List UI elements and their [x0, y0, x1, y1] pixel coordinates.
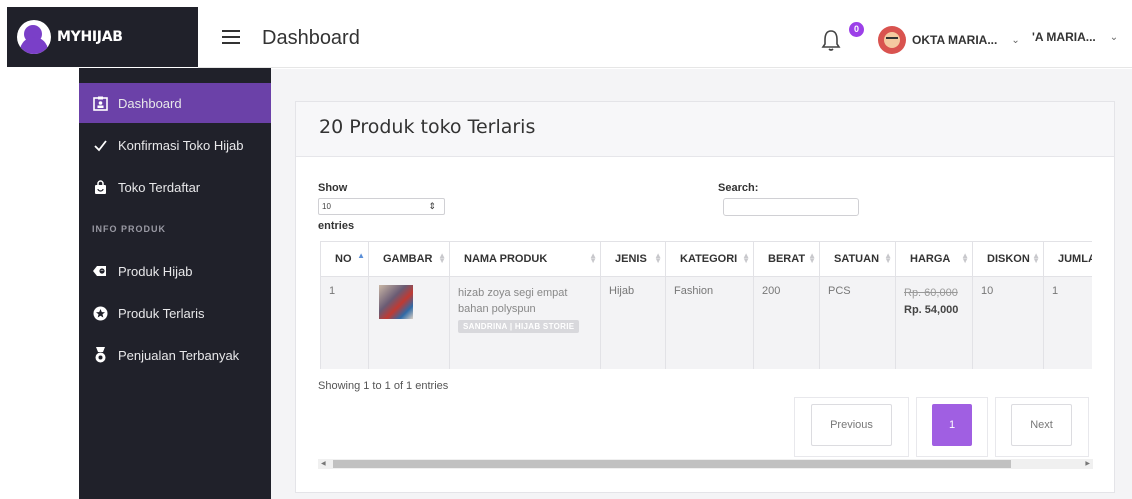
sort-icon: ▲ ▼ [808, 251, 816, 265]
table-header-row: NO ▲ GAMBAR ▲ ▼ NAMA PRODUK ▲ ▼ JENIS ▲ ▼ KATEG… [320, 241, 1092, 277]
cell-diskon: 10 [972, 276, 1044, 369]
sidebar: Dashboard Konfirmasi Toko Hijab Toko Ter… [79, 68, 271, 499]
panel-header: 20 Produk toko Terlaris [296, 102, 1114, 157]
chevron-down-icon: ⌄ [1109, 31, 1119, 43]
entries-label: entries [318, 220, 355, 232]
column-header-gambar[interactable]: GAMBAR ▲ ▼ [368, 241, 450, 277]
sort-icon: ▲ ▼ [961, 251, 969, 265]
product-name: hizab zoya segi empat bahan polyspun [458, 287, 568, 315]
user-menu[interactable]: OKTA MARIA... ⌄ [878, 26, 1020, 54]
select-arrows-icon: ⇕ [428, 201, 436, 211]
scrollbar-thumb[interactable] [333, 460, 1011, 468]
brand-name: MYHIJAB [57, 29, 123, 45]
horizontal-scrollbar[interactable]: ◀ ▶ [318, 459, 1093, 469]
star-icon [92, 305, 108, 321]
column-header-jumlah[interactable]: JUMLA [1043, 241, 1092, 277]
search-label: Search: [718, 182, 759, 194]
products-table: NO ▲ GAMBAR ▲ ▼ NAMA PRODUK ▲ ▼ JENIS ▲ ▼ KATEG… [320, 241, 1092, 369]
page-title: Dashboard [262, 27, 360, 49]
user-name: OKTA MARIA... [912, 33, 998, 47]
cell-berat: 200 [753, 276, 820, 369]
column-header-kategori[interactable]: KATEGORI ▲ ▼ [665, 241, 754, 277]
product-image [379, 285, 413, 319]
search-input[interactable] [723, 198, 859, 216]
sidebar-item-konfirmasi[interactable]: Konfirmasi Toko Hijab [79, 125, 271, 165]
column-header-berat[interactable]: BERAT ▲ ▼ [753, 241, 820, 277]
notification-badge: 0 [849, 22, 864, 37]
sidebar-item-label: Produk Hijab [118, 263, 193, 279]
sidebar-heading: INFO PRODUK [92, 224, 166, 234]
products-table-wrapper: NO ▲ GAMBAR ▲ ▼ NAMA PRODUK ▲ ▼ JENIS ▲ ▼ KATEG… [320, 241, 1092, 369]
next-button[interactable]: Next [1011, 404, 1072, 446]
sidebar-item-produk-terlaris[interactable]: Produk Terlaris [79, 293, 271, 333]
cell-satuan: PCS [819, 276, 896, 369]
column-header-no[interactable]: NO ▲ [320, 241, 369, 277]
bell-icon[interactable] [820, 28, 842, 52]
medal-icon [92, 347, 108, 363]
sort-icon: ▲ ▼ [742, 251, 750, 265]
table-info: Showing 1 to 1 of 1 entries [318, 380, 449, 392]
sidebar-item-label: Toko Terdaftar [118, 179, 201, 195]
avatar [878, 26, 906, 54]
entries-length-select[interactable]: 10 ⇕ [318, 198, 445, 215]
topbar: Dashboard 0 OKTA MARIA... ⌄ 'A MARIA... … [198, 0, 1132, 68]
menu-toggle-icon[interactable] [222, 30, 240, 44]
cell-no: 1 [320, 276, 369, 369]
sort-asc-icon: ▲ [357, 251, 365, 260]
sidebar-item-label: Dashboard [118, 95, 182, 111]
brand[interactable]: MYHIJAB [7, 7, 198, 67]
cell-gambar [368, 276, 450, 369]
store-badge: SANDRINA | HIJAB STORIE [458, 320, 580, 333]
sort-icon: ▲ ▼ [1032, 251, 1040, 265]
cell-jumlah: 1 [1043, 276, 1092, 369]
entries-length-value: 10 [322, 202, 331, 211]
panel-title: 20 Produk toko Terlaris [319, 116, 536, 138]
column-header-satuan[interactable]: SATUAN ▲ ▼ [819, 241, 896, 277]
dashboard-icon [92, 95, 108, 111]
user-menu-secondary[interactable]: 'A MARIA... ⌄ [1032, 30, 1118, 44]
sort-icon: ▲ ▼ [654, 251, 662, 265]
table-row: 1 hizab zoya segi empat bahan polyspun S… [320, 276, 1092, 369]
sidebar-item-penjualan-terbanyak[interactable]: Penjualan Terbanyak [79, 335, 271, 375]
show-label: Show [318, 182, 348, 194]
sidebar-item-label: Penjualan Terbanyak [118, 347, 240, 363]
scroll-right-icon[interactable]: ▶ [1085, 459, 1090, 469]
sidebar-item-dashboard[interactable]: Dashboard [79, 83, 271, 123]
price-original: Rp. 60,000 [904, 287, 958, 299]
sort-icon: ▲ ▼ [884, 251, 892, 265]
sidebar-item-produk-hijab[interactable]: Produk Hijab [79, 251, 271, 291]
previous-button[interactable]: Previous [811, 404, 892, 446]
page-1-button[interactable]: 1 [932, 404, 972, 446]
cell-kategori: Fashion [665, 276, 754, 369]
column-header-jenis[interactable]: JENIS ▲ ▼ [600, 241, 666, 277]
scroll-left-icon[interactable]: ◀ [321, 459, 326, 469]
sidebar-item-label: Konfirmasi Toko Hijab [118, 137, 244, 153]
column-header-harga[interactable]: HARGA ▲ ▼ [895, 241, 973, 277]
sidebar-item-label: Produk Terlaris [118, 305, 205, 321]
cell-nama-produk: hizab zoya segi empat bahan polyspun SAN… [449, 276, 601, 369]
check-icon [92, 137, 108, 153]
brand-logo-icon [17, 20, 51, 54]
sort-icon: ▲ ▼ [589, 251, 597, 265]
product-icon [92, 263, 108, 279]
sidebar-item-toko-terdaftar[interactable]: Toko Terdaftar [79, 167, 271, 207]
cell-harga: Rp. 60,000 Rp. 54,000 [895, 276, 973, 369]
sort-icon: ▲ ▼ [438, 251, 446, 265]
user-name-secondary: 'A MARIA... [1032, 30, 1096, 44]
column-header-nama-produk[interactable]: NAMA PRODUK ▲ ▼ [449, 241, 601, 277]
shopping-bag-icon [92, 179, 108, 195]
column-header-diskon[interactable]: DISKON ▲ ▼ [972, 241, 1044, 277]
best-products-panel: 20 Produk toko Terlaris Show 10 ⇕ entrie… [295, 101, 1115, 493]
chevron-down-icon: ⌄ [1011, 34, 1020, 46]
price-discounted: Rp. 54,000 [904, 304, 959, 316]
cell-jenis: Hijab [600, 276, 666, 369]
